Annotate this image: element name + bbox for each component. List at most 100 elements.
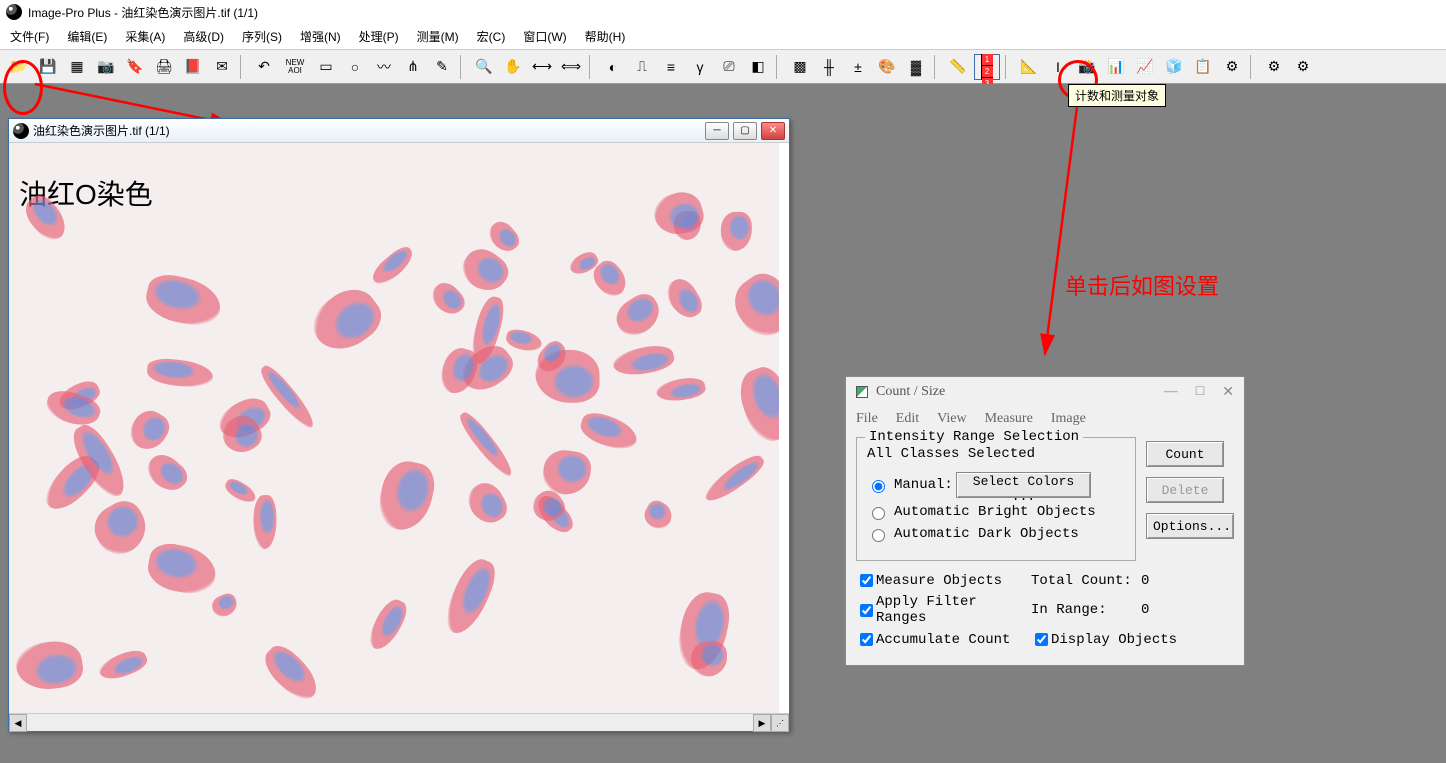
- app-title: Image-Pro Plus - 油红染色演示图片.tif (1/1): [28, 4, 258, 21]
- cell-blob: [462, 477, 512, 529]
- print-icon[interactable]: 🖨: [151, 54, 177, 80]
- cell-blob: [439, 554, 501, 640]
- dialog-maximize-button[interactable]: □: [1196, 384, 1204, 400]
- cell-blob: [86, 494, 155, 563]
- all-classes-label: All Classes Selected: [867, 446, 1125, 462]
- main-menubar: 文件(F) 编辑(E) 采集(A) 高级(D) 序列(S) 增强(N) 处理(P…: [0, 24, 1446, 50]
- menu-acquire[interactable]: 采集(A): [125, 28, 165, 45]
- grid-icon[interactable]: ▦: [64, 54, 90, 80]
- scroll-right-icon[interactable]: ▶: [753, 714, 771, 732]
- measure-icon[interactable]: 📏: [945, 54, 971, 80]
- grid2-icon[interactable]: ▩: [787, 54, 813, 80]
- levels-icon[interactable]: ⎍: [629, 54, 655, 80]
- maximize-button[interactable]: ▢: [733, 122, 757, 140]
- filter-icon[interactable]: ⎚: [716, 54, 742, 80]
- dialog-minimize-button[interactable]: ―: [1164, 384, 1178, 400]
- dialog-titlebar[interactable]: Count / Size ― □ ✕: [846, 377, 1244, 407]
- dialog-menu-edit[interactable]: Edit: [896, 411, 919, 427]
- menu-file[interactable]: 文件(F): [10, 28, 49, 45]
- zoom-icon[interactable]: 🔍: [471, 54, 497, 80]
- annotation-circle-open: [3, 60, 43, 115]
- menu-process[interactable]: 处理(P): [359, 28, 399, 45]
- select-colors-button[interactable]: Select Colors ...: [956, 472, 1091, 498]
- scale-icon[interactable]: 📐: [1016, 54, 1042, 80]
- calib-icon[interactable]: ╫: [816, 54, 842, 80]
- camera-icon[interactable]: 📷: [93, 54, 119, 80]
- check-accumulate[interactable]: [860, 633, 873, 646]
- histogram-icon[interactable]: 📊: [1103, 54, 1129, 80]
- invert-icon[interactable]: ◧: [745, 54, 771, 80]
- mail-icon[interactable]: ✉: [209, 54, 235, 80]
- contrast-icon[interactable]: ◐: [600, 54, 626, 80]
- hand-icon[interactable]: ✋: [500, 54, 526, 80]
- cell-blob: [142, 271, 225, 332]
- cell-blob: [258, 640, 325, 706]
- ruler-v-icon[interactable]: ⟺: [558, 54, 584, 80]
- menu-help[interactable]: 帮助(H): [585, 28, 626, 45]
- minimize-button[interactable]: ─: [705, 122, 729, 140]
- 3d-icon[interactable]: 🧊: [1161, 54, 1187, 80]
- delete-button[interactable]: Delete: [1146, 477, 1224, 503]
- options-button[interactable]: Options...: [1146, 513, 1234, 539]
- palette-icon[interactable]: 🎨: [874, 54, 900, 80]
- cell-blob: [610, 289, 666, 343]
- dialog-menu-view[interactable]: View: [937, 411, 966, 427]
- new-aoi-icon[interactable]: NEWAOI: [280, 54, 310, 80]
- image-viewport[interactable]: 油红O染色: [9, 143, 779, 713]
- scroll-left-icon[interactable]: ◀: [9, 714, 27, 732]
- menu-sequence[interactable]: 序列(S): [242, 28, 282, 45]
- bw-icon[interactable]: ▓: [903, 54, 929, 80]
- menu-window[interactable]: 窗口(W): [523, 28, 566, 45]
- macro1-icon[interactable]: ⚙: [1219, 54, 1245, 80]
- book-icon[interactable]: 📕: [180, 54, 206, 80]
- menu-edit[interactable]: 编辑(E): [67, 28, 107, 45]
- menu-advanced[interactable]: 高级(D): [183, 28, 224, 45]
- gamma-icon[interactable]: γ: [687, 54, 713, 80]
- wand-icon[interactable]: ⋔: [400, 54, 426, 80]
- radio-auto-bright-label: Automatic Bright Objects: [894, 504, 1096, 520]
- check-measure-objects[interactable]: [860, 574, 873, 587]
- image-scrollbar-h[interactable]: ◀ ▶ ⋰: [9, 713, 789, 731]
- profile-icon[interactable]: 📈: [1132, 54, 1158, 80]
- radio-auto-bright[interactable]: [872, 507, 885, 520]
- cell-blob: [124, 405, 174, 456]
- dialog-menu-measure[interactable]: Measure: [985, 411, 1033, 427]
- check-display-objects-label: Display Objects: [1051, 632, 1177, 648]
- macro2-icon[interactable]: ⚙: [1261, 54, 1287, 80]
- main-toolbar: 📂💾▦📷🔖🖨📕✉↶NEWAOI▭○〰⋔✎🔍✋⟷⟺◐⎍≡γ⎚◧▩╫±🎨▓📏123📐…: [0, 50, 1446, 84]
- annotation-arrow-count: [1030, 94, 1090, 364]
- equalize-icon[interactable]: ≡: [658, 54, 684, 80]
- dialog-menu-file[interactable]: File: [856, 411, 878, 427]
- count-button[interactable]: Count: [1146, 441, 1224, 467]
- radio-manual[interactable]: [872, 480, 885, 493]
- undo-icon[interactable]: ↶: [251, 54, 277, 80]
- menu-enhance[interactable]: 增强(N): [300, 28, 341, 45]
- scroll-grip-icon[interactable]: ⋰: [771, 714, 789, 732]
- macro3-icon[interactable]: ⚙: [1290, 54, 1316, 80]
- dialog-close-button[interactable]: ✕: [1222, 384, 1234, 401]
- count-size-icon[interactable]: 123: [974, 54, 1000, 80]
- xy-icon[interactable]: ±: [845, 54, 871, 80]
- check-apply-filter[interactable]: [860, 604, 873, 617]
- menu-macro[interactable]: 宏(C): [477, 28, 506, 45]
- check-measure-objects-label: Measure Objects: [876, 573, 1031, 589]
- marker-icon[interactable]: ✎: [429, 54, 455, 80]
- tag-icon[interactable]: 🔖: [122, 54, 148, 80]
- dialog-menu-image[interactable]: Image: [1051, 411, 1086, 427]
- cell-blob: [144, 539, 219, 598]
- radio-auto-dark[interactable]: [872, 529, 885, 542]
- ruler-h-icon[interactable]: ⟷: [529, 54, 555, 80]
- menu-measure[interactable]: 测量(M): [417, 28, 459, 45]
- count-size-dialog: Count / Size ― □ ✕ File Edit View Measur…: [845, 376, 1245, 666]
- radio-auto-dark-label: Automatic Dark Objects: [894, 526, 1079, 542]
- total-count-label: Total Count:: [1031, 573, 1141, 589]
- check-display-objects[interactable]: [1035, 633, 1048, 646]
- report-icon[interactable]: 📋: [1190, 54, 1216, 80]
- freehand-icon[interactable]: 〰: [371, 54, 397, 80]
- in-range-label: In Range:: [1031, 602, 1141, 618]
- app-titlebar: Image-Pro Plus - 油红染色演示图片.tif (1/1): [0, 0, 1446, 24]
- rect-icon[interactable]: ▭: [313, 54, 339, 80]
- toolbar-tooltip: 计数和测量对象: [1068, 84, 1166, 107]
- circle-icon[interactable]: ○: [342, 54, 368, 80]
- close-button[interactable]: ✕: [761, 122, 785, 140]
